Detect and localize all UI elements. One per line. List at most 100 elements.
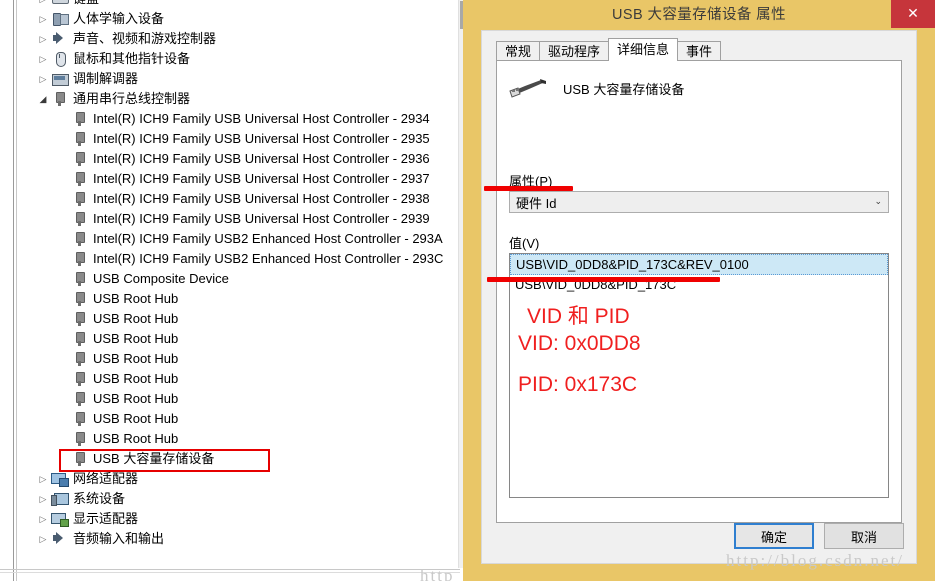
tree-item[interactable]: ▷ 鼠标和其他指针设备: [17, 49, 458, 69]
annotation-text-pid: PID: 0x173C: [518, 373, 638, 396]
value-list-item[interactable]: USB\VID_0DD8&PID_173C&REV_0100: [510, 254, 888, 275]
tab-panel-details: USB 大容量存储设备 属性(P) 硬件 Id ⌄ 值(V) USB\VID_0…: [496, 60, 902, 523]
tree-item[interactable]: ▷ 键盘: [17, 0, 458, 9]
tree-item-label: Intel(R) ICH9 Family USB Universal Host …: [93, 171, 430, 186]
usb-icon: [71, 171, 89, 187]
usb-icon: [71, 351, 89, 367]
tree-item[interactable]: USB Composite Device: [17, 269, 458, 289]
usb-icon: [71, 211, 89, 227]
chevron-right-icon[interactable]: ▷: [35, 49, 51, 69]
tree-item[interactable]: ▷ 网络适配器: [17, 469, 458, 489]
usb-icon: [71, 451, 89, 467]
tree-item-label: USB Root Hub: [93, 411, 179, 426]
dialog-body: 常规 驱动程序 详细信息 事件 USB 大容量存储设备 属性(P) 硬件 Id …: [481, 30, 917, 564]
usb-icon: [71, 311, 89, 327]
usb-icon: [71, 151, 89, 167]
tree-item[interactable]: USB Root Hub: [17, 429, 458, 449]
usb-icon: [71, 271, 89, 287]
tree-item-label: 人体学输入设备: [73, 11, 165, 26]
tree-item[interactable]: ▷ 系统设备: [17, 489, 458, 509]
red-underline-annotation-value: [487, 277, 720, 282]
usb-icon: [71, 131, 89, 147]
tree-item[interactable]: ▷ 显示适配器: [17, 509, 458, 529]
tree-item-label: USB Root Hub: [93, 391, 179, 406]
tree-item[interactable]: USB Root Hub: [17, 329, 458, 349]
tree-item-label: 通用串行总线控制器: [73, 91, 191, 106]
chevron-right-icon[interactable]: ▷: [35, 9, 51, 29]
tree-item[interactable]: USB Root Hub: [17, 409, 458, 429]
tree-item[interactable]: Intel(R) ICH9 Family USB2 Enhanced Host …: [17, 249, 458, 269]
tree-item-label: 声音、视频和游戏控制器: [73, 31, 217, 46]
device-tree[interactable]: ▷ 键盘 ▷ 人体学输入设备 ▷ 声音、视频和游戏控制器 ▷ 鼠标和其他指针设备 ▷ 调制解调器 ◢…: [17, 0, 458, 568]
chevron-down-icon[interactable]: ◢: [35, 89, 51, 109]
tree-item-label: 网络适配器: [73, 471, 139, 486]
tree-item[interactable]: Intel(R) ICH9 Family USB Universal Host …: [17, 109, 458, 129]
tree-item[interactable]: ▷ 声音、视频和游戏控制器: [17, 29, 458, 49]
tree-item-label: 调制解调器: [73, 71, 139, 86]
chevron-right-icon[interactable]: ▷: [35, 29, 51, 49]
tree-item-label: 显示适配器: [73, 511, 139, 526]
tree-item[interactable]: ▷ 调制解调器: [17, 69, 458, 89]
tab-2[interactable]: 详细信息: [608, 38, 679, 61]
ok-button[interactable]: 确定: [734, 523, 814, 549]
tab-1[interactable]: 驱动程序: [539, 41, 610, 61]
network-icon: [51, 471, 69, 487]
dialog-titlebar[interactable]: USB 大容量存储设备 属性 ✕: [463, 0, 935, 30]
chevron-right-icon[interactable]: ▷: [35, 0, 51, 9]
tree-item-label: 音频输入和输出: [73, 531, 165, 546]
tree-item[interactable]: USB 大容量存储设备: [17, 449, 458, 469]
usb-icon: [71, 191, 89, 207]
tree-item-label: Intel(R) ICH9 Family USB Universal Host …: [93, 151, 430, 166]
tree-item[interactable]: USB Root Hub: [17, 309, 458, 329]
cancel-button[interactable]: 取消: [824, 523, 904, 549]
usb-icon: [71, 231, 89, 247]
tree-item[interactable]: Intel(R) ICH9 Family USB Universal Host …: [17, 149, 458, 169]
tree-item[interactable]: ▷ 音频输入和输出: [17, 529, 458, 549]
chevron-right-icon[interactable]: ▷: [35, 529, 51, 549]
window-bottom-border: [0, 569, 460, 570]
tree-item[interactable]: USB Root Hub: [17, 289, 458, 309]
property-dropdown[interactable]: 硬件 Id ⌄: [509, 191, 889, 213]
dialog-footer: 确定 取消: [482, 523, 918, 553]
system-icon: [51, 491, 69, 507]
tree-item[interactable]: USB Root Hub: [17, 349, 458, 369]
tree-item[interactable]: USB Root Hub: [17, 369, 458, 389]
tab-3[interactable]: 事件: [677, 41, 722, 61]
tree-item[interactable]: USB Root Hub: [17, 389, 458, 409]
usb-icon: [71, 391, 89, 407]
usb-icon: [71, 431, 89, 447]
tree-item-label: Intel(R) ICH9 Family USB Universal Host …: [93, 111, 430, 126]
usb-icon: [51, 91, 69, 107]
tab-0[interactable]: 常规: [496, 41, 541, 61]
close-icon[interactable]: ✕: [891, 0, 935, 28]
tree-item[interactable]: Intel(R) ICH9 Family USB Universal Host …: [17, 129, 458, 149]
tree-item[interactable]: Intel(R) ICH9 Family USB2 Enhanced Host …: [17, 229, 458, 249]
tree-item-label: Intel(R) ICH9 Family USB Universal Host …: [93, 131, 430, 146]
hid-icon: [51, 11, 69, 27]
annotation-text-vid: VID: 0x0DD8: [518, 332, 641, 355]
keyboard-icon: [51, 0, 69, 7]
value-field-label: 值(V): [509, 236, 540, 251]
usb-icon: [71, 331, 89, 347]
usb-icon: [71, 411, 89, 427]
tree-item[interactable]: ▷ 人体学输入设备: [17, 9, 458, 29]
screenshot-root: ▷ 键盘 ▷ 人体学输入设备 ▷ 声音、视频和游戏控制器 ▷ 鼠标和其他指针设备 ▷ 调制解调器 ◢…: [0, 0, 935, 581]
usb-icon: [71, 251, 89, 267]
tab-strip[interactable]: 常规 驱动程序 详细信息 事件: [496, 38, 722, 61]
chevron-right-icon[interactable]: ▷: [35, 69, 51, 89]
chevron-right-icon[interactable]: ▷: [35, 469, 51, 489]
tree-item[interactable]: Intel(R) ICH9 Family USB Universal Host …: [17, 169, 458, 189]
chevron-down-icon[interactable]: ⌄: [874, 197, 882, 207]
tree-item[interactable]: Intel(R) ICH9 Family USB Universal Host …: [17, 209, 458, 229]
display-icon: [51, 511, 69, 527]
chevron-right-icon[interactable]: ▷: [35, 509, 51, 529]
window-bottom-border-inner: [0, 572, 460, 573]
dialog-title: USB 大容量存储设备 属性: [612, 7, 786, 23]
tree-item-label: 鼠标和其他指针设备: [73, 51, 191, 66]
red-underline-annotation-property: [484, 186, 573, 191]
tree-item[interactable]: Intel(R) ICH9 Family USB Universal Host …: [17, 189, 458, 209]
tree-item[interactable]: ◢ 通用串行总线控制器: [17, 89, 458, 109]
modem-icon: [51, 71, 69, 87]
usb-icon: [71, 291, 89, 307]
chevron-right-icon[interactable]: ▷: [35, 489, 51, 509]
